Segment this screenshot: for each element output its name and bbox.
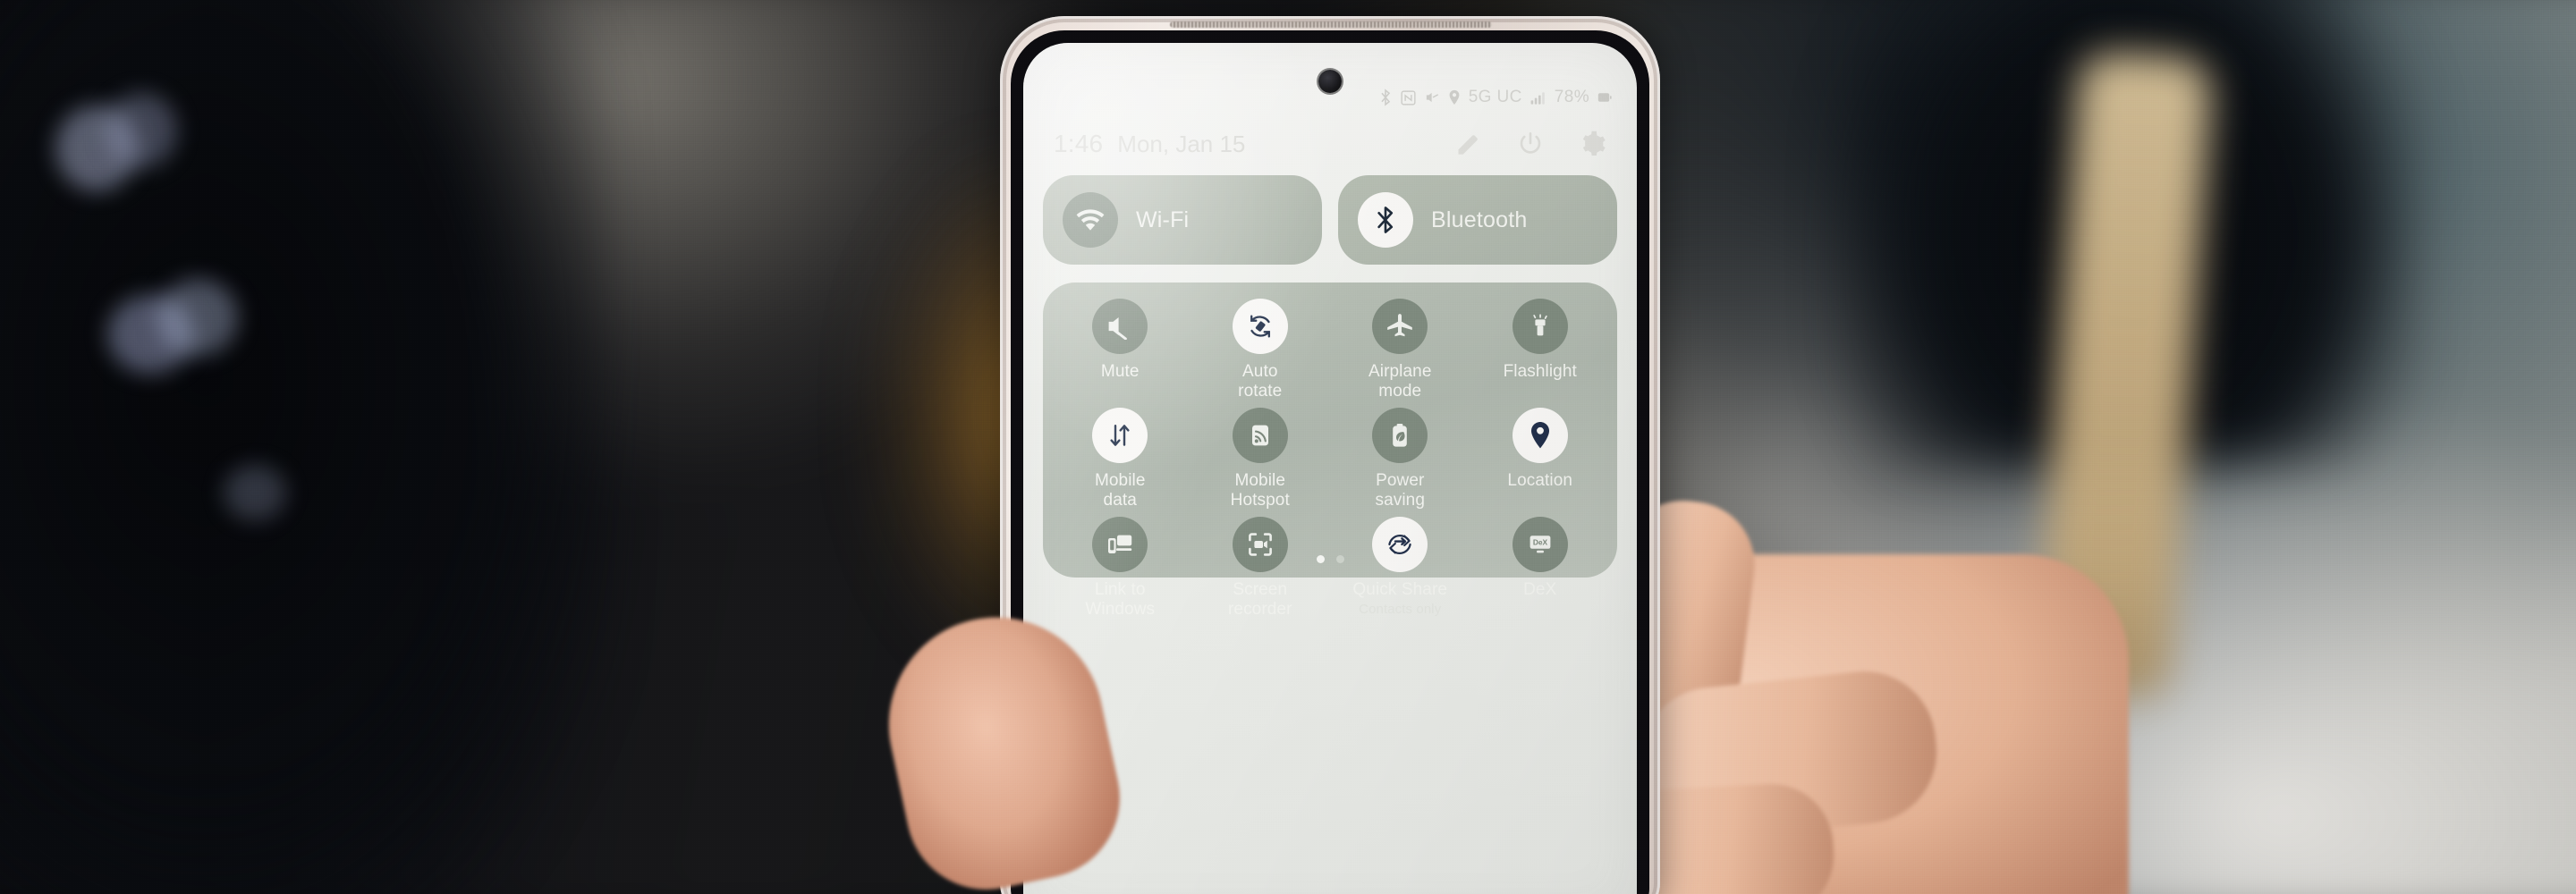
nfc-icon (1401, 89, 1416, 105)
tile-label: Mute (1100, 362, 1140, 381)
hotspot-icon (1232, 407, 1288, 463)
tile-label: Quick Share (1352, 579, 1448, 599)
quick-settings-grid: Mute Auto rotate Airplane mode Flashligh… (1050, 299, 1610, 620)
bluetooth-label: Bluetooth (1431, 207, 1528, 232)
bokeh-highlight (224, 465, 286, 520)
mobile-data-icon (1092, 407, 1148, 463)
page-indicator[interactable] (1043, 555, 1617, 563)
tile-label: Screen recorder (1227, 579, 1292, 620)
wifi-icon (1063, 192, 1118, 248)
page-dot-1[interactable] (1316, 555, 1325, 563)
tile-label: Location (1507, 470, 1573, 490)
tile-label: Flashlight (1503, 362, 1577, 381)
power-saving-icon (1372, 407, 1428, 463)
tile-label: Link to Windows (1085, 579, 1156, 620)
wifi-tile[interactable]: Wi-Fi (1043, 175, 1322, 265)
edit-pencil-icon[interactable] (1454, 131, 1481, 157)
tile-auto-rotate[interactable]: Auto rotate (1191, 299, 1331, 402)
clock-label: 1:46 (1054, 130, 1104, 157)
front-camera-punch-hole (1318, 70, 1342, 93)
screen-recorder-icon (1232, 516, 1288, 572)
tile-label: Mobile data (1094, 470, 1146, 510)
tile-mobile-hotspot[interactable]: Mobile Hotspot (1191, 407, 1331, 511)
tile-mute[interactable]: Mute (1050, 299, 1191, 402)
bluetooth-icon (1378, 89, 1393, 106)
airplane-icon (1372, 299, 1428, 354)
tile-mobile-data[interactable]: Mobile data (1050, 407, 1191, 511)
tile-power-saving[interactable]: Power saving (1330, 407, 1470, 511)
page-dot-2[interactable] (1335, 555, 1344, 563)
tile-link-to-windows[interactable]: Link to Windows (1050, 516, 1191, 620)
tile-screen-recorder[interactable]: Screen recorder (1191, 516, 1331, 620)
tile-flashlight[interactable]: Flashlight (1470, 299, 1611, 402)
bokeh-highlight (157, 279, 238, 356)
bluetooth-icon (1358, 192, 1413, 248)
tile-label: Airplane mode (1368, 362, 1432, 401)
tile-dex[interactable]: DeX DeX (1470, 516, 1611, 620)
battery-icon (1597, 91, 1612, 104)
location-icon (1448, 89, 1461, 105)
date-label: Mon, Jan 15 (1117, 130, 1246, 157)
flashlight-icon (1512, 299, 1568, 354)
bluetooth-tile[interactable]: Bluetooth (1338, 175, 1617, 265)
status-bar: 5G UC 78% (1378, 88, 1612, 107)
quick-share-icon (1372, 516, 1428, 572)
network-type-label: 5G UC (1468, 88, 1522, 106)
screenshot-scene: 5G UC 78% 1:46 Mon, Jan 15 Wi-Fi Bluetoo… (0, 0, 2576, 894)
wifi-label: Wi-Fi (1136, 207, 1190, 232)
mute-icon (1424, 90, 1440, 105)
battery-percent-label: 78% (1554, 88, 1589, 106)
location-pin-icon (1512, 407, 1568, 463)
quick-settings-header: 1:46 Mon, Jan 15 (1023, 122, 1637, 166)
link-to-windows-icon (1092, 516, 1148, 572)
mute-speaker-icon (1092, 299, 1148, 354)
tile-label: DeX (1523, 579, 1557, 599)
signal-bars-icon (1530, 90, 1546, 105)
settings-gear-icon[interactable] (1580, 131, 1606, 157)
tile-location[interactable]: Location (1470, 407, 1611, 511)
quick-settings-panel: Mute Auto rotate Airplane mode Flashligh… (1043, 283, 1617, 619)
bokeh-highlight (106, 93, 177, 168)
header-actions (1454, 131, 1606, 157)
power-icon[interactable] (1517, 131, 1544, 157)
dex-icon: DeX (1512, 516, 1568, 572)
connectivity-pill-row: Wi-Fi Bluetooth (1043, 175, 1617, 265)
auto-rotate-icon (1232, 299, 1288, 354)
tile-label: Auto rotate (1238, 362, 1283, 401)
tile-airplane-mode[interactable]: Airplane mode (1330, 299, 1470, 402)
tile-label: Mobile Hotspot (1230, 470, 1290, 510)
tile-sublabel: Contacts only (1359, 602, 1442, 618)
svg-text:DeX: DeX (1533, 537, 1548, 546)
phone-screen: 5G UC 78% 1:46 Mon, Jan 15 Wi-Fi Bluetoo… (1023, 43, 1637, 894)
tile-quick-share[interactable]: Quick Share Contacts only (1330, 516, 1470, 620)
tile-label: Power saving (1375, 470, 1426, 510)
